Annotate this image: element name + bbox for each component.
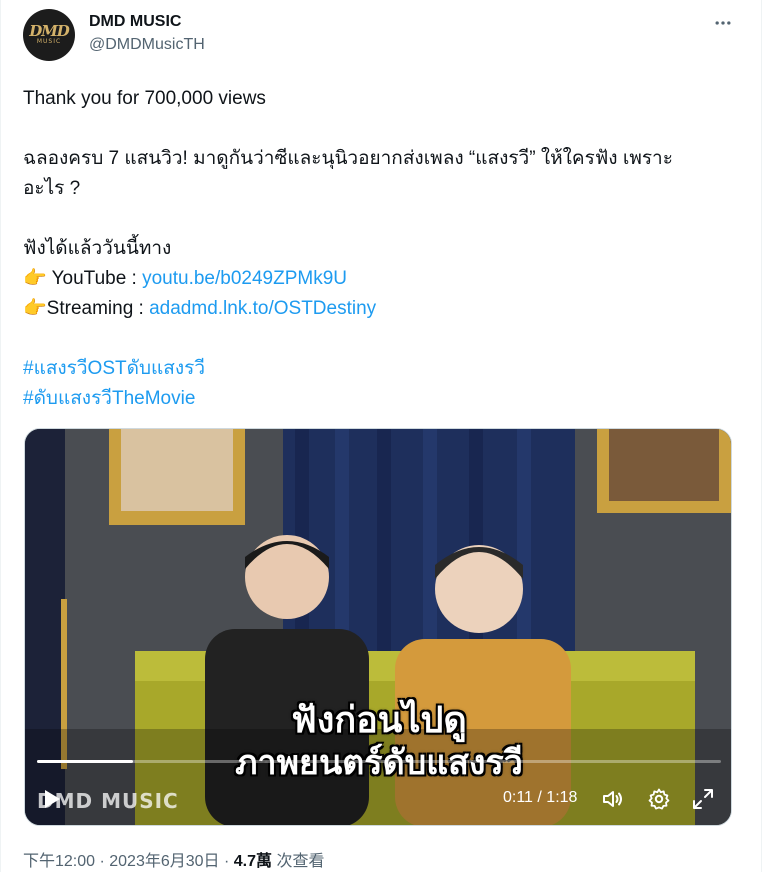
volume-icon <box>603 791 622 807</box>
pointing-hand-icon: 👉 <box>23 268 47 289</box>
tweet-line-streaming: 👉Streaming : adadmd.lnk.to/OSTDestiny <box>23 294 739 324</box>
tweet-card: DMD MUSIC DMD MUSIC @DMDMusicTH Thank yo… <box>0 0 762 872</box>
tweet-line-celebrate: ฉลองครบ 7 แสนวิว! มาดูกันว่าซีและนุนิวอย… <box>23 148 673 169</box>
fullscreen-icon <box>693 789 713 809</box>
author-display-name[interactable]: DMD MUSIC <box>89 12 205 32</box>
tweet-line-youtube: 👉 YouTube : youtu.be/b0249ZPMk9U <box>23 264 739 294</box>
volume-button[interactable] <box>599 785 627 813</box>
streaming-label: Streaming : <box>46 298 150 319</box>
avatar-logo-subtitle: MUSIC <box>36 38 62 45</box>
video-time: 0:11 / 1:18 <box>503 789 578 806</box>
view-count: 4.7萬 <box>233 853 273 870</box>
tweet-line-thanks: Thank you for 700,000 views <box>23 88 266 109</box>
more-horizontal-icon <box>715 21 731 25</box>
settings-button[interactable] <box>645 785 673 813</box>
play-button[interactable] <box>39 787 63 811</box>
video-player[interactable]: ฟังก่อนไปดู ภาพยนตร์ดับแสงรวี DMD MUSIC … <box>24 428 732 826</box>
video-progress-bar[interactable] <box>37 760 721 763</box>
avatar[interactable]: DMD MUSIC <box>23 9 75 61</box>
pointing-hand-icon: 👉 <box>23 298 47 319</box>
hashtag-link[interactable]: #ดับแสงรวีTheMovie <box>23 384 739 414</box>
play-icon <box>45 790 60 808</box>
tweet-meta: 下午12:00 · 2023年6月30日 · 4.7萬 次查看 <box>23 847 324 871</box>
avatar-logo: DMD <box>29 22 70 40</box>
fullscreen-button[interactable] <box>689 785 717 813</box>
author-handle[interactable]: @DMDMusicTH <box>89 35 205 55</box>
view-count-label: 次查看 <box>272 853 325 870</box>
youtube-label: YouTube : <box>46 268 143 289</box>
tweet-text: Thank you for 700,000 views ฉลองครบ 7 แส… <box>23 84 739 414</box>
tweet-line-why: อะไร ? <box>23 178 81 199</box>
tweet-header: DMD MUSIC DMD MUSIC @DMDMusicTH <box>23 9 741 61</box>
hashtag-link[interactable]: #แสงรวีOSTดับแสงรวี <box>23 354 739 384</box>
tweet-line-listen: ฟังได้แล้ววันนี้ทาง <box>23 238 172 259</box>
more-options-button[interactable] <box>709 11 737 35</box>
youtube-link[interactable]: youtu.be/b0249ZPMk9U <box>142 268 347 289</box>
streaming-link[interactable]: adadmd.lnk.to/OSTDestiny <box>149 298 376 319</box>
video-progress-fill <box>37 760 133 763</box>
tweet-timestamp[interactable]: 下午12:00 · 2023年6月30日 · <box>23 853 234 870</box>
gear-icon <box>648 788 670 810</box>
author-names: DMD MUSIC @DMDMusicTH <box>89 12 205 55</box>
